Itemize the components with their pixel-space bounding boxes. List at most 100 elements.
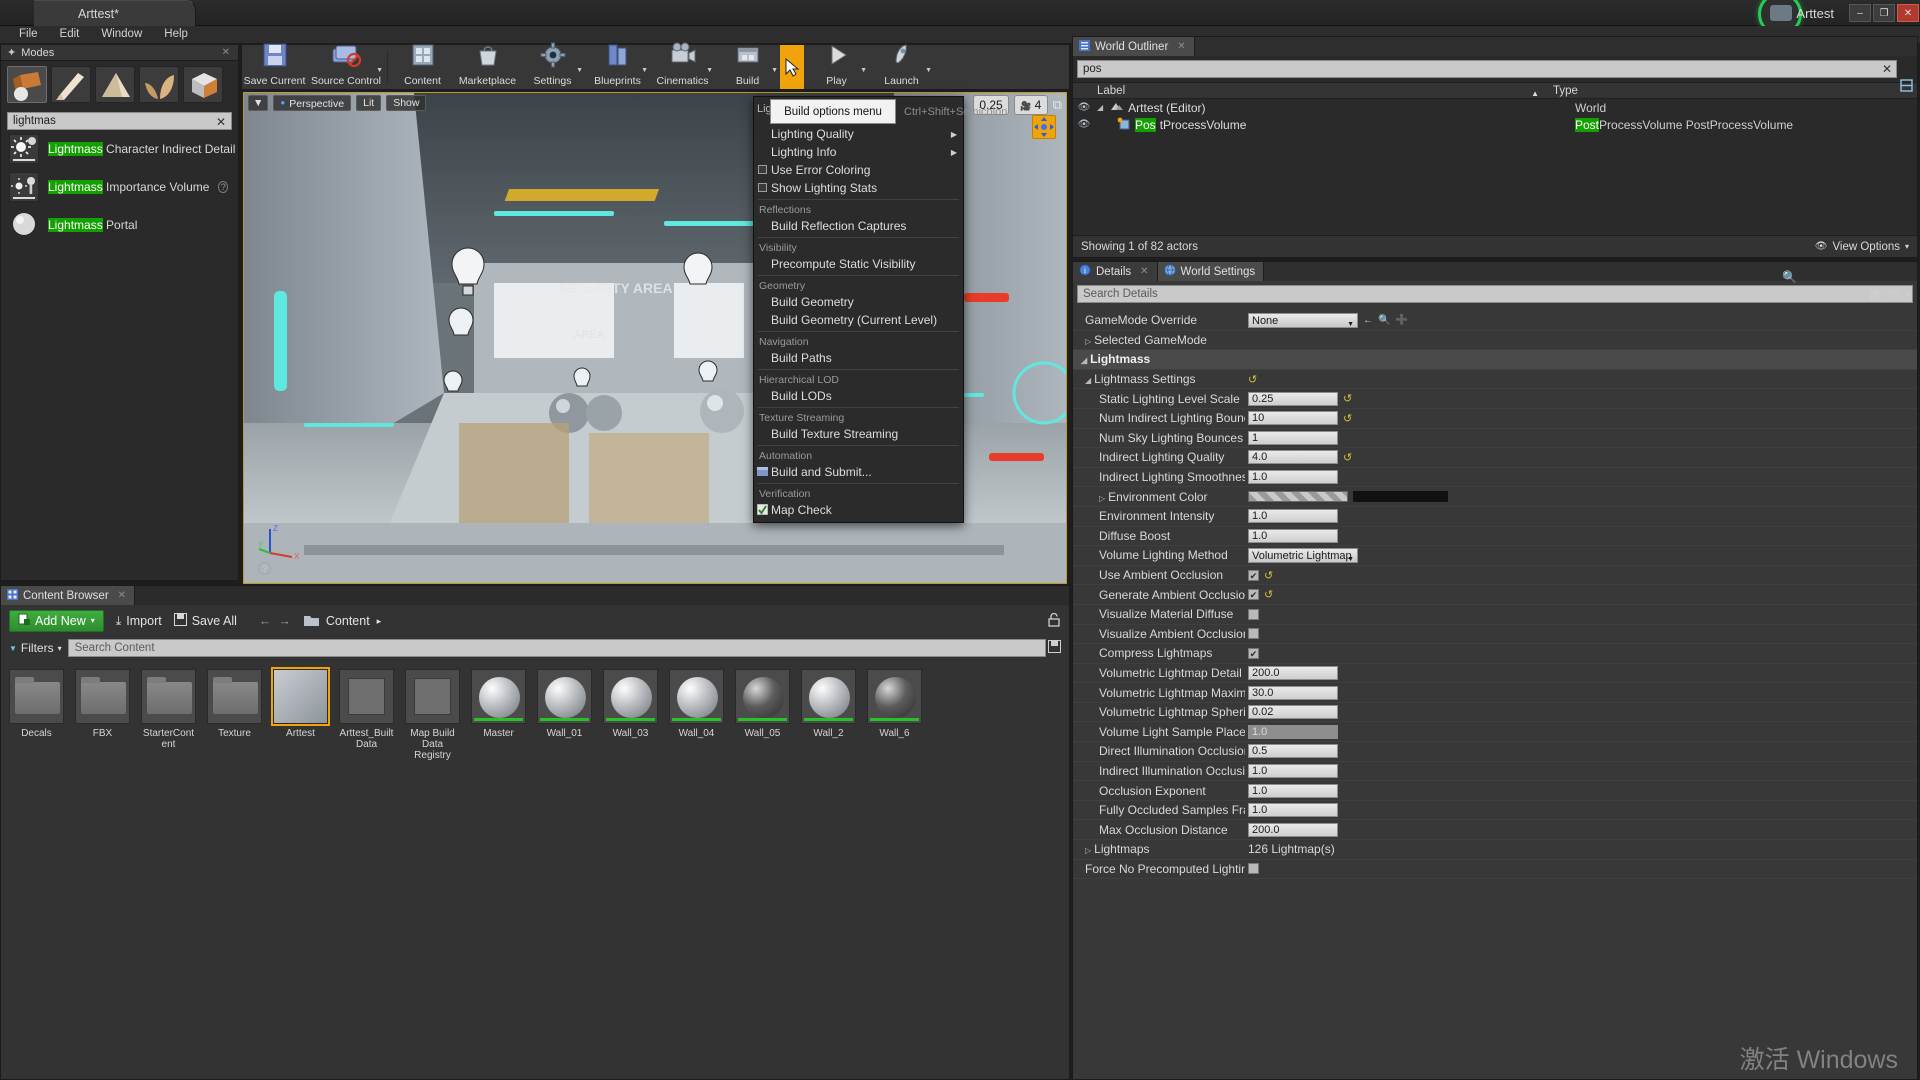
expand-arrow-icon[interactable]: ▷ xyxy=(1085,846,1091,855)
asset-thumbnail[interactable] xyxy=(801,669,856,724)
reset-icon[interactable]: ↺ xyxy=(1264,588,1273,601)
column-type[interactable]: Type xyxy=(1553,85,1578,97)
project-tab[interactable]: Arttest* xyxy=(34,0,196,26)
asset-thumbnail[interactable] xyxy=(471,669,526,724)
chevron-down-icon[interactable]: ▼ xyxy=(771,67,778,74)
filters-button[interactable]: ▼ Filters ▾ xyxy=(9,641,62,655)
help-icon[interactable]: ? xyxy=(258,562,271,575)
camera-mode-button[interactable]: Perspective xyxy=(273,95,351,111)
close-icon[interactable]: ✕ xyxy=(118,590,126,601)
property-action-icon[interactable]: ← xyxy=(1363,315,1373,326)
menu-window[interactable]: Window xyxy=(90,26,153,43)
value-input[interactable]: 1 xyxy=(1248,431,1338,445)
chevron-down-icon[interactable]: ▼ xyxy=(576,67,583,74)
menu-help[interactable]: Help xyxy=(153,26,199,43)
color-swatch[interactable] xyxy=(1248,491,1348,502)
close-icon[interactable]: ✕ xyxy=(1177,41,1185,52)
asset-tile[interactable]: Master xyxy=(471,669,526,761)
menu-item-show-lighting-stats[interactable]: Show Lighting Stats xyxy=(754,179,963,197)
grid-view-icon[interactable]: ▦ xyxy=(1868,286,1880,302)
build-button[interactable]: Build ▼ xyxy=(715,45,780,89)
build-dropdown-arrow[interactable] xyxy=(780,45,804,89)
search-icon[interactable]: 🔍 xyxy=(1782,270,1797,284)
menu-item-use-error-coloring[interactable]: Use Error Coloring xyxy=(754,161,963,179)
checkbox[interactable]: ✔ xyxy=(1248,589,1259,600)
reset-icon[interactable]: ↺ xyxy=(1248,373,1257,386)
camera-count-value[interactable]: 🎥 4 xyxy=(1014,95,1048,115)
reset-icon[interactable]: ↺ xyxy=(1343,451,1352,464)
import-button[interactable]: ⤓ Import xyxy=(116,614,162,629)
lock-icon[interactable] xyxy=(1047,612,1061,630)
chevron-down-icon[interactable]: ▼ xyxy=(641,67,648,74)
asset-thumbnail[interactable] xyxy=(537,669,592,724)
tab-details[interactable]: i Details ✕ xyxy=(1073,262,1158,281)
place-mode-icon[interactable] xyxy=(7,66,47,103)
property-action-icon[interactable]: ➕ xyxy=(1395,315,1407,326)
viewport-options-button[interactable]: ▼ xyxy=(248,95,268,111)
asset-thumbnail[interactable] xyxy=(207,669,262,724)
content-button[interactable]: Content xyxy=(390,45,455,89)
build-options-menu[interactable]: Lig Build options menu Ctrl+Shift+Semico… xyxy=(753,96,964,523)
value-input[interactable]: 1.0 xyxy=(1248,529,1338,543)
settings-button[interactable]: Settings ▼ xyxy=(520,45,585,89)
value-input[interactable]: 0.02 xyxy=(1248,705,1338,719)
chevron-down-icon[interactable]: ▼ xyxy=(860,67,867,74)
value-input[interactable]: 1.0 xyxy=(1248,470,1338,484)
chevron-down-icon[interactable]: ▼ xyxy=(706,67,713,74)
menu-item-lighting-info[interactable]: Lighting Info ▶ xyxy=(754,143,963,161)
level-thumbnail[interactable] xyxy=(273,669,328,724)
geometry-mode-icon[interactable] xyxy=(183,66,223,103)
menu-item-build-reflection-captures[interactable]: Build Reflection Captures xyxy=(754,217,963,235)
expand-arrow-icon[interactable]: ▷ xyxy=(1099,494,1105,503)
clear-icon[interactable]: ✕ xyxy=(216,114,226,131)
asset-tile[interactable]: Wall_2 xyxy=(801,669,856,761)
list-item[interactable]: Lightmass Importance Volume ? xyxy=(1,168,238,206)
table-row[interactable]: 👁 Pos tProcessVolume PostProcessVolume Po… xyxy=(1073,116,1917,133)
paint-mode-icon[interactable] xyxy=(51,66,91,103)
value-input[interactable]: 4.0 xyxy=(1248,450,1338,464)
outliner-search-input[interactable]: pos ✕ xyxy=(1077,60,1897,78)
checkbox[interactable]: ✔ xyxy=(1248,570,1259,581)
chevron-down-icon[interactable]: ▼ xyxy=(925,67,932,74)
column-label[interactable]: Label ▲ xyxy=(1073,85,1553,97)
save-search-icon[interactable] xyxy=(1048,640,1061,656)
foliage-mode-icon[interactable] xyxy=(139,66,179,103)
save-all-button[interactable]: Save All xyxy=(174,613,237,629)
value-dropdown[interactable]: Volumetric Lightmap ▼ xyxy=(1248,548,1358,563)
asset-tile[interactable]: FBX xyxy=(75,669,130,761)
value-input[interactable]: 30.0 xyxy=(1248,686,1338,700)
asset-tile[interactable]: Wall_01 xyxy=(537,669,592,761)
maximize-viewport-icon[interactable]: ⧉ xyxy=(1053,97,1062,113)
eye-icon[interactable]: 👁 xyxy=(1887,288,1901,301)
asset-tile[interactable]: Wall_6 xyxy=(867,669,922,761)
checkbox-icon[interactable] xyxy=(758,165,767,174)
checkbox[interactable] xyxy=(1248,609,1259,620)
chevron-down-icon[interactable]: ▾ xyxy=(1906,289,1911,300)
reset-icon[interactable]: ↺ xyxy=(1343,392,1352,405)
menu-item-build-and-submit[interactable]: Build and Submit... xyxy=(754,463,963,481)
color-swatch-solid[interactable] xyxy=(1353,491,1448,502)
forward-arrow-icon[interactable]: → xyxy=(278,614,291,628)
visibility-eye-icon[interactable]: 👁 xyxy=(1073,102,1095,113)
asset-tile[interactable]: Decals xyxy=(9,669,64,761)
asset-tile[interactable]: Map Build Data Registry xyxy=(405,669,460,761)
checkbox[interactable] xyxy=(1248,863,1259,874)
tab-content-browser[interactable]: Content Browser ✕ xyxy=(1,586,135,605)
list-item[interactable]: Lightmass Character Indirect Detail ? xyxy=(1,130,238,168)
blueprints-button[interactable]: Blueprints ▼ xyxy=(585,45,650,89)
asset-tile[interactable]: Wall_05 xyxy=(735,669,790,761)
list-item[interactable]: Lightmass Portal xyxy=(1,206,238,244)
asset-thumbnail[interactable] xyxy=(75,669,130,724)
asset-tile[interactable]: Texture xyxy=(207,669,262,761)
view-options-button[interactable]: 👁 View Options ▾ xyxy=(1815,241,1909,253)
menu-item-precompute-static-visibility[interactable]: Precompute Static Visibility xyxy=(754,255,963,273)
save-current-button[interactable]: Save Current xyxy=(242,45,307,89)
menu-item-map-check[interactable]: Map Check xyxy=(754,501,963,519)
move-gizmo-icon[interactable] xyxy=(1032,115,1056,139)
value-input[interactable]: 0.25 xyxy=(1248,392,1338,406)
clear-icon[interactable]: ✕ xyxy=(1882,61,1892,77)
chevron-down-icon[interactable]: ▼ xyxy=(376,67,383,74)
chevron-right-icon[interactable]: ▸ xyxy=(377,616,382,627)
value-input[interactable]: 10 xyxy=(1248,411,1338,425)
content-search-input[interactable]: Search Content xyxy=(68,639,1046,657)
